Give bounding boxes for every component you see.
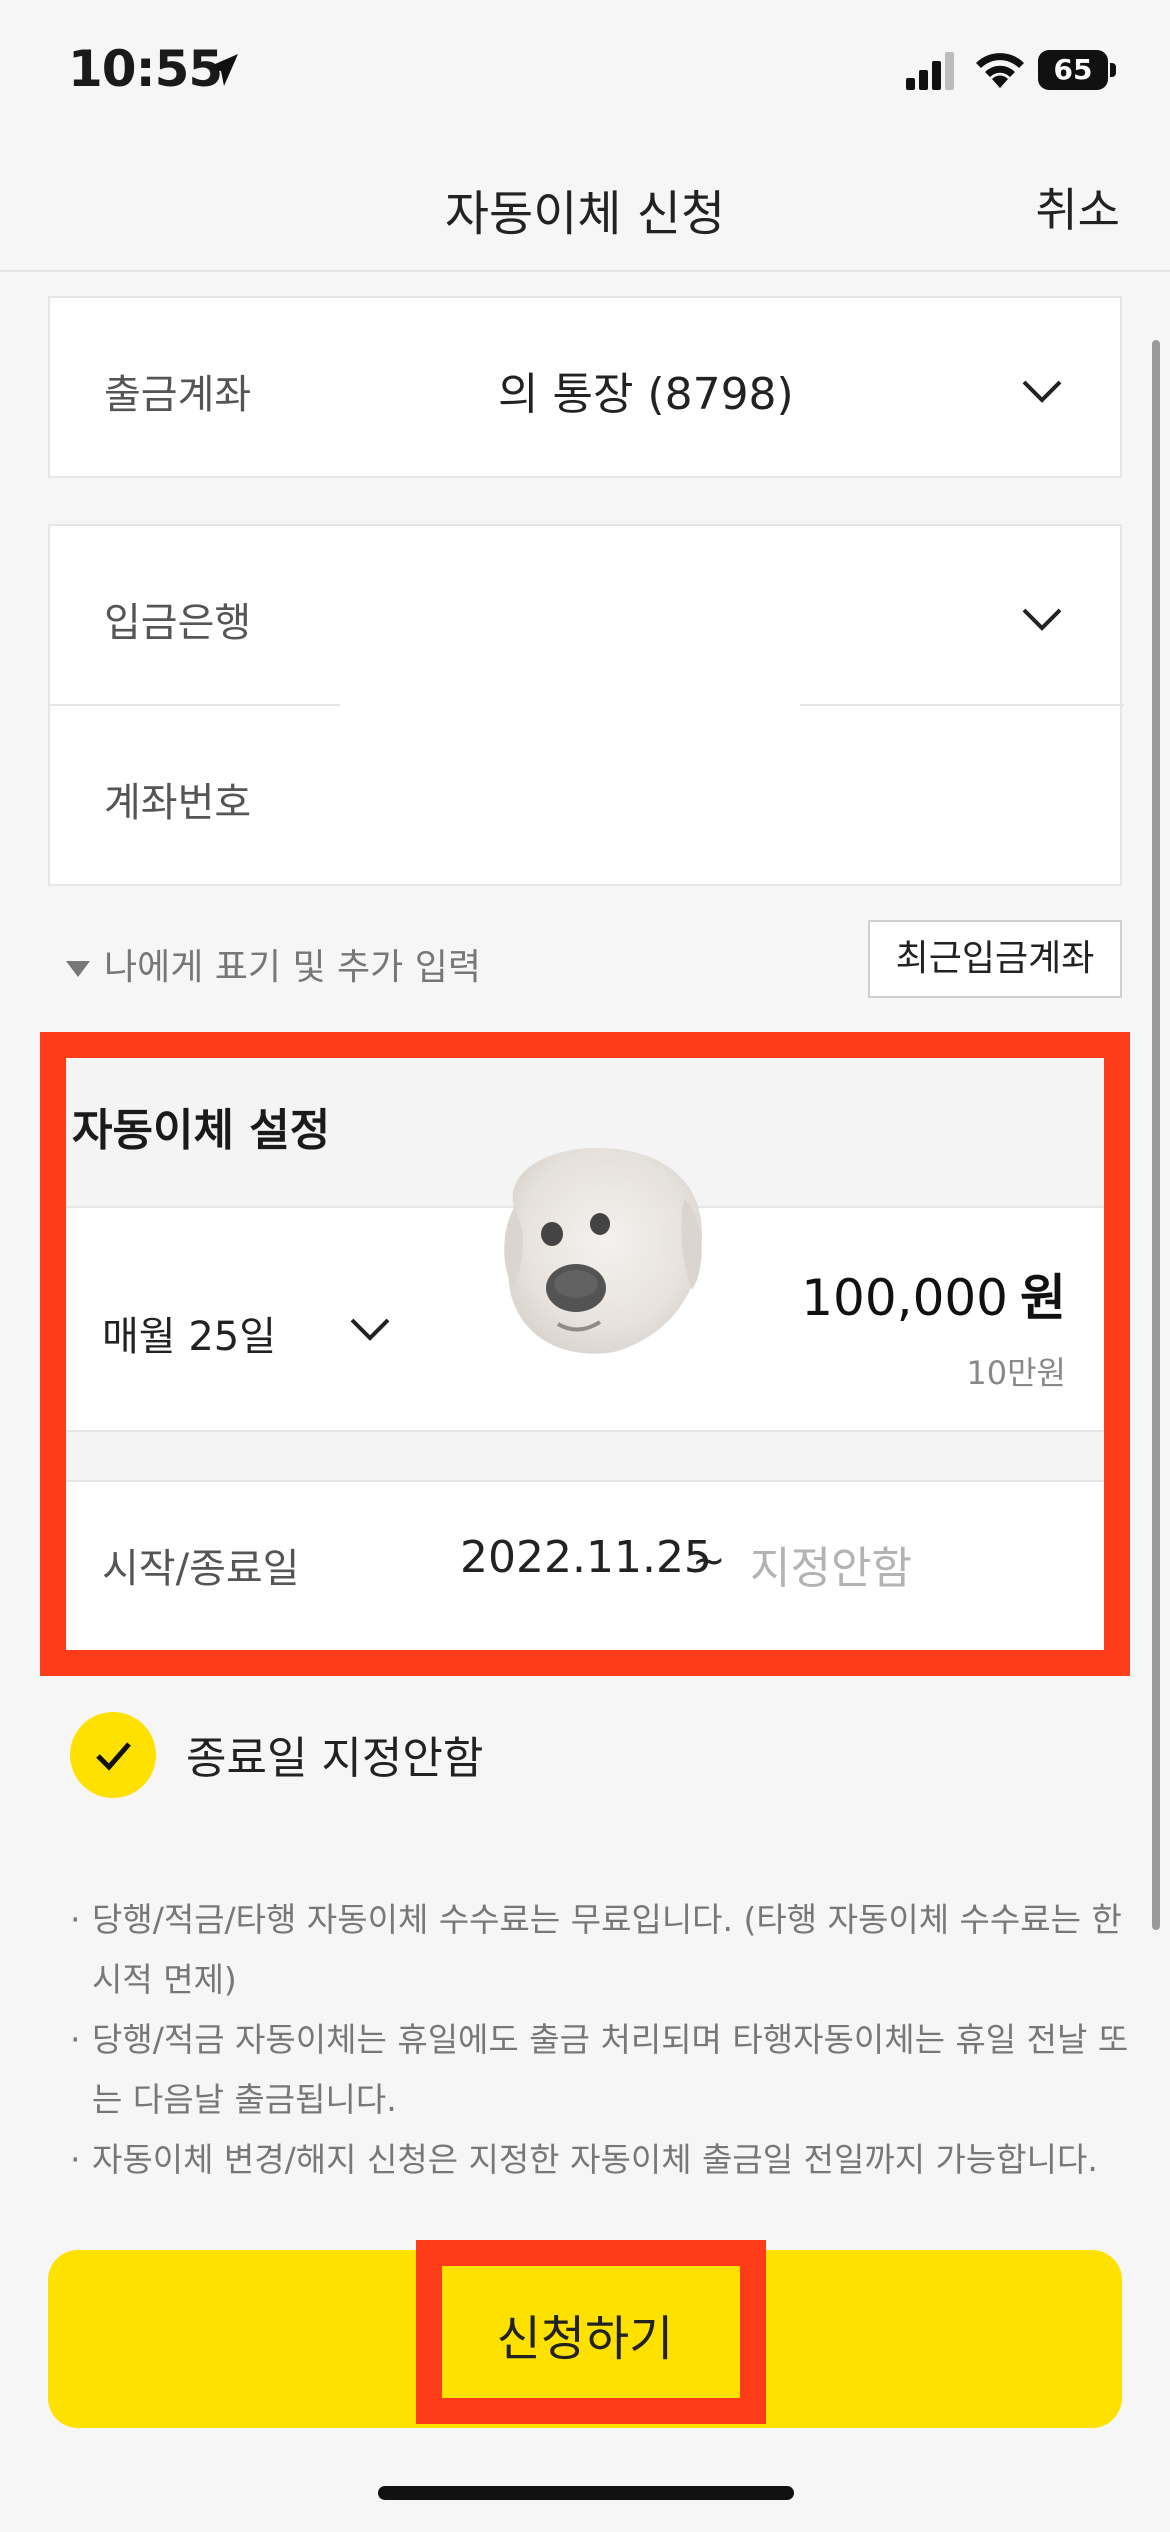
signal-icon — [906, 52, 954, 90]
wifi-icon — [976, 53, 1024, 88]
notice-item: 자동이체 변경/해지 신청은 지정한 자동이체 출금일 전일까지 가능합니다. — [70, 2130, 1130, 2190]
highlight-box — [416, 2240, 766, 2424]
notice-item: 당행/적금 자동이체는 휴일에도 출금 처리되며 타행자동이체는 휴일 전날 또… — [70, 2010, 1130, 2130]
notice-item: 당행/적금/타행 자동이체 수수료는 무료입니다. (타행 자동이체 수수료는 … — [70, 1890, 1130, 2010]
check-icon — [96, 1742, 131, 1771]
dog-photo — [504, 1147, 703, 1354]
battery-icon: 65 — [1038, 50, 1116, 90]
withdraw-account-value: 의 통장 (8798) — [498, 369, 794, 420]
end-date-checkbox-label[interactable]: 종료일 지정안함 — [186, 1722, 483, 1786]
scrollbar[interactable] — [1152, 340, 1160, 1930]
recent-accounts-button[interactable]: 최근입금계좌 — [868, 920, 1122, 998]
battery-level: 65 — [1053, 53, 1093, 86]
status-time: 10:55 — [68, 40, 223, 98]
deposit-card: 입금은행 계좌번호 — [48, 524, 1124, 886]
notice-list: 당행/적금/타행 자동이체 수수료는 무료입니다. (타행 자동이체 수수료는 … — [70, 1890, 1130, 2190]
triangle-down-icon — [66, 961, 90, 977]
nav-bar: 자동이체 신청 취소 — [0, 150, 1170, 272]
page-title: 자동이체 신청 — [444, 186, 726, 242]
home-indicator[interactable] — [378, 2486, 794, 2500]
account-number-field[interactable]: 계좌번호 — [50, 706, 1124, 886]
end-date-checkbox[interactable] — [70, 1712, 156, 1798]
account-number-label: 계좌번호 — [104, 780, 252, 826]
more-input-label: 나에게 표기 및 추가 입력 — [104, 947, 481, 988]
deposit-bank-label: 입금은행 — [104, 600, 252, 646]
withdraw-account-label: 출금계좌 — [104, 372, 252, 418]
deposit-bank-selector[interactable]: 입금은행 — [50, 526, 1124, 704]
location-arrow-icon — [206, 54, 238, 86]
chevron-down-icon — [1022, 380, 1062, 403]
status-bar: 10:55 65 — [0, 0, 1170, 150]
screen: 10:55 65 자동이체 신청 취소 출금계좌 의 통장 (8798) 입금은… — [0, 0, 1170, 2532]
more-input-toggle[interactable]: 나에게 표기 및 추가 입력 — [66, 938, 481, 990]
cancel-button[interactable]: 취소 — [1035, 174, 1120, 240]
withdraw-account-selector[interactable]: 출금계좌 의 통장 (8798) — [48, 296, 1122, 478]
chevron-down-icon — [1022, 608, 1062, 631]
